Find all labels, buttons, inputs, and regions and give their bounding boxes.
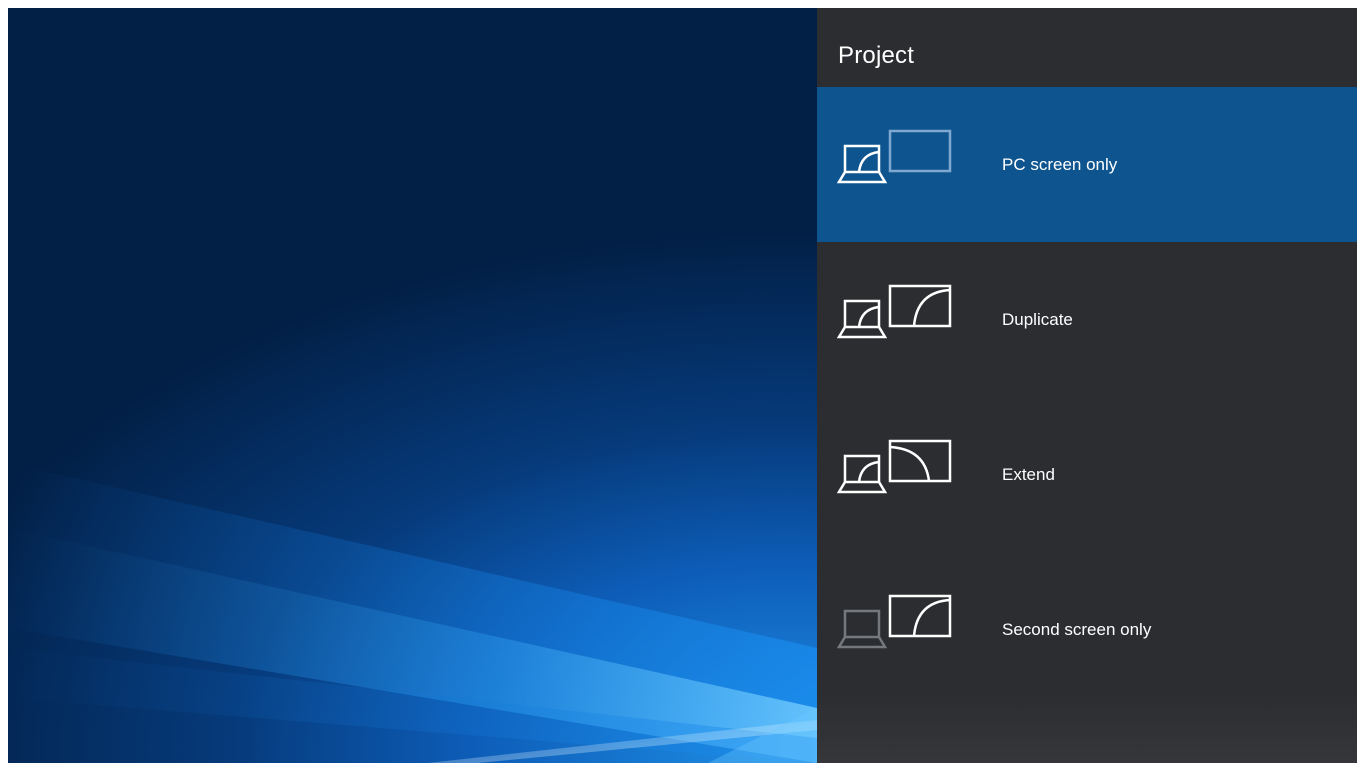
screen: Project PC screen only Duplicate Extend …: [8, 8, 1357, 763]
option-duplicate[interactable]: Duplicate: [817, 242, 1357, 397]
pc-screen-only-icon: [837, 129, 952, 184]
option-extend[interactable]: Extend: [817, 397, 1357, 552]
option-label: PC screen only: [1002, 155, 1118, 174]
option-label: Second screen only: [1002, 620, 1152, 639]
extend-icon: [837, 439, 952, 494]
wallpaper-light-beams: [8, 463, 817, 763]
option-second-screen-only[interactable]: Second screen only: [817, 552, 1357, 707]
desktop-wallpaper: [8, 8, 817, 763]
project-flyout: Project PC screen only Duplicate Extend …: [817, 8, 1357, 763]
option-label: Duplicate: [1002, 310, 1073, 329]
duplicate-icon: [837, 284, 952, 339]
option-label: Extend: [1002, 465, 1055, 484]
panel-bottom-shade: [817, 693, 1357, 763]
flyout-title: Project: [838, 42, 915, 69]
second-screen-only-icon: [837, 594, 952, 649]
option-pc-screen-only[interactable]: PC screen only: [817, 87, 1357, 242]
